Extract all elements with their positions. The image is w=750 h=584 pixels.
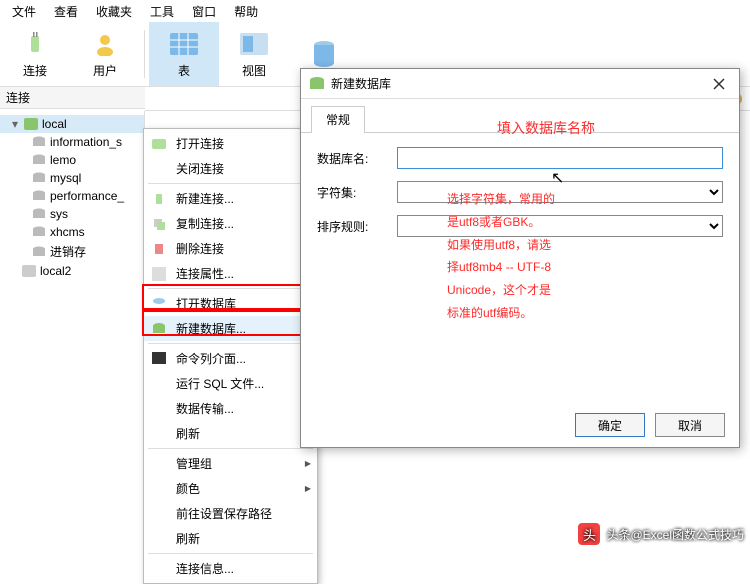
connections-panel-header: 连接 [0, 87, 145, 109]
menu-file[interactable]: 文件 [4, 1, 44, 22]
database-icon [32, 208, 46, 220]
ctx-run-sql[interactable]: 运行 SQL 文件... [144, 371, 317, 396]
database-icon [32, 226, 46, 238]
database-cylinder-icon [308, 40, 340, 68]
plug-icon [19, 30, 51, 58]
tab-general[interactable]: 常规 [311, 106, 365, 133]
ctx-copy-connection[interactable]: 复制连接... [144, 211, 317, 236]
close-icon [713, 78, 725, 90]
ctx-connection-properties[interactable]: 连接属性... [144, 261, 317, 286]
input-dbname[interactable] [397, 147, 723, 169]
new-database-dialog: 新建数据库 常规 数据库名: 字符集: 排序规则: 确定 取消 [300, 68, 740, 448]
ctx-open-connection[interactable]: 打开连接 [144, 131, 317, 156]
menu-favorites[interactable]: 收藏夹 [88, 1, 140, 22]
db-new-icon [150, 321, 168, 337]
database-icon [309, 76, 325, 92]
toutiao-icon: 头 [578, 523, 600, 545]
ctx-refresh[interactable]: 刷新▶ [144, 421, 317, 446]
tree-db-jinxiaocun[interactable]: 进销存 [0, 241, 144, 262]
database-icon [32, 154, 46, 166]
close-button[interactable] [707, 74, 731, 94]
user-icon [89, 30, 121, 58]
select-collation[interactable] [397, 215, 723, 237]
cancel-button[interactable]: 取消 [655, 413, 725, 437]
label-collation: 排序规则: [317, 218, 387, 235]
select-charset[interactable] [397, 181, 723, 203]
tree-root-local[interactable]: ▾ local [0, 115, 144, 133]
table-icon [168, 30, 200, 58]
tree-db-xhcms[interactable]: xhcms [0, 223, 144, 241]
ctx-console[interactable]: 命令列介面... [144, 346, 317, 371]
panel-title: 连接 [6, 89, 30, 106]
dialog-title: 新建数据库 [331, 75, 391, 92]
dialog-titlebar[interactable]: 新建数据库 [301, 69, 739, 99]
tree-db-mysql[interactable]: mysql [0, 169, 144, 187]
db-open-icon [150, 296, 168, 312]
tree-root-local2[interactable]: local2 [0, 262, 144, 280]
ctx-goto-path[interactable]: 前往设置保存路径 [144, 501, 317, 526]
ctx-manage-group[interactable]: 管理组▶ [144, 451, 317, 476]
tree-db-information-schema[interactable]: information_s [0, 133, 144, 151]
dialog-body: 数据库名: 字符集: 排序规则: [301, 133, 739, 403]
ctx-new-database[interactable]: 新建数据库... [144, 316, 317, 341]
ctx-color[interactable]: 颜色▶ [144, 476, 317, 501]
chevron-right-icon: ▶ [305, 459, 311, 468]
tree-db-sys[interactable]: sys [0, 205, 144, 223]
delete-icon [150, 241, 168, 257]
menu-window[interactable]: 窗口 [184, 1, 224, 22]
context-menu: 打开连接 关闭连接 新建连接...▶ 复制连接... 删除连接 连接属性... … [143, 128, 318, 584]
console-icon [150, 351, 168, 367]
database-icon [32, 136, 46, 148]
server-off-icon [22, 265, 36, 277]
database-icon [32, 246, 46, 258]
ctx-open-database[interactable]: 打开数据库 [144, 291, 317, 316]
database-icon [32, 172, 46, 184]
plug-small-icon [150, 191, 168, 207]
toolbar-connection-button[interactable]: 连接 [0, 22, 70, 86]
collapse-icon[interactable]: ▾ [10, 117, 20, 131]
tree-db-lemo[interactable]: lemo [0, 151, 144, 169]
open-icon [150, 136, 168, 152]
toolbar-view-button[interactable]: 视图 [219, 22, 289, 86]
ctx-delete-connection[interactable]: 删除连接 [144, 236, 317, 261]
properties-icon [150, 266, 168, 282]
menu-help[interactable]: 帮助 [226, 1, 266, 22]
menu-view[interactable]: 查看 [46, 1, 86, 22]
toolbar-table-button[interactable]: 表 [149, 22, 219, 86]
ok-button[interactable]: 确定 [575, 413, 645, 437]
menu-tools[interactable]: 工具 [142, 1, 182, 22]
menu-bar: 文件 查看 收藏夹 工具 窗口 帮助 [0, 0, 750, 22]
toolbar-user-button[interactable]: 用户 [70, 22, 140, 86]
ctx-close-connection[interactable]: 关闭连接 [144, 156, 317, 181]
label-dbname: 数据库名: [317, 150, 387, 167]
watermark: 头 头条@Excel函数公式技巧 [578, 523, 744, 545]
tree-db-performance[interactable]: performance_ [0, 187, 144, 205]
server-icon [24, 118, 38, 130]
ctx-data-transfer[interactable]: 数据传输... [144, 396, 317, 421]
ctx-refresh-2[interactable]: 刷新 [144, 526, 317, 551]
database-icon [32, 190, 46, 202]
label-charset: 字符集: [317, 184, 387, 201]
chevron-right-icon: ▶ [305, 484, 311, 493]
copy-icon [150, 216, 168, 232]
dialog-tabs: 常规 [301, 105, 739, 133]
ctx-new-connection[interactable]: 新建连接...▶ [144, 186, 317, 211]
view-icon [238, 30, 270, 58]
ctx-connection-info[interactable]: 连接信息... [144, 556, 317, 581]
connection-tree: ▾ local information_s lemo mysql perform… [0, 111, 145, 551]
